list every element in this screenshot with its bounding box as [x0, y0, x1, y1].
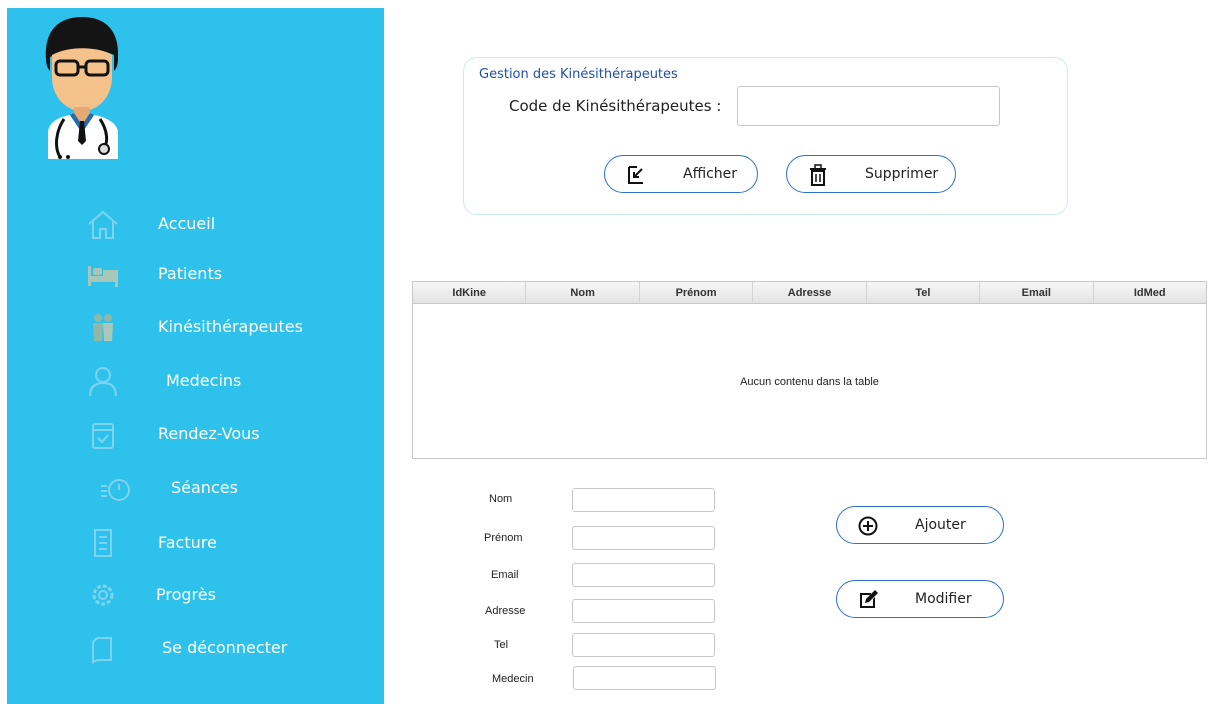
sidebar-item-label: Patients — [158, 264, 223, 283]
column-header-tel[interactable]: Tel — [867, 282, 981, 303]
bed-icon — [85, 258, 121, 290]
sidebar: Accueil Patients Kinésithérapeutes Medec… — [7, 8, 384, 704]
column-header-adresse[interactable]: Adresse — [753, 282, 867, 303]
email-label: Email — [491, 569, 519, 581]
ajouter-label: Ajouter — [915, 517, 966, 533]
code-label: Code de Kinésithérapeutes : — [509, 97, 722, 115]
table-header: IdKine Nom Prénom Adresse Tel Email IdMe… — [413, 282, 1206, 304]
afficher-label: Afficher — [683, 166, 738, 182]
sidebar-item-progres[interactable]: Progrès — [7, 575, 384, 615]
email-input[interactable] — [572, 563, 715, 587]
doctor-avatar — [42, 15, 122, 159]
sidebar-item-seances[interactable]: Séances — [7, 468, 384, 508]
sidebar-item-label: Accueil — [158, 214, 216, 233]
adresse-label: Adresse — [485, 605, 526, 617]
afficher-button[interactable]: Afficher — [604, 155, 758, 193]
sidebar-item-label: Séances — [171, 478, 238, 497]
sidebar-item-label: Se déconnecter — [162, 638, 288, 657]
code-kine-input[interactable] — [737, 86, 1000, 126]
nom-input[interactable] — [572, 488, 715, 512]
sidebar-item-rendez-vous[interactable]: Rendez-Vous — [7, 414, 384, 454]
sidebar-item-medecins[interactable]: Medecins — [7, 361, 384, 401]
modifier-button[interactable]: Modifier — [836, 580, 1004, 618]
sidebar-item-label: Progrès — [156, 585, 216, 604]
sidebar-item-label: Kinésithérapeutes — [158, 317, 303, 336]
supprimer-label: Supprimer — [865, 166, 939, 182]
medecin-input[interactable] — [573, 666, 716, 690]
column-header-email[interactable]: Email — [980, 282, 1094, 303]
nom-label: Nom — [489, 493, 513, 505]
column-header-nom[interactable]: Nom — [526, 282, 640, 303]
sidebar-item-label: Facture — [158, 533, 217, 552]
sidebar-item-kinesitherapeutes[interactable]: Kinésithérapeutes — [7, 307, 384, 347]
tel-label: Tel — [494, 639, 509, 651]
add-circle-icon — [857, 515, 879, 537]
stopwatch-icon — [99, 472, 135, 504]
select-icon — [625, 164, 647, 186]
column-header-idmed[interactable]: IdMed — [1094, 282, 1206, 303]
sidebar-item-label: Medecins — [166, 371, 242, 390]
sidebar-item-se-deconnecter[interactable]: Se déconnecter — [7, 628, 384, 668]
calendar-icon — [85, 418, 121, 450]
panel-title: Gestion des Kinésithérapeutes — [479, 67, 678, 82]
edit-icon — [857, 589, 879, 611]
ajouter-button[interactable]: Ajouter — [836, 506, 1004, 544]
home-icon — [85, 208, 121, 240]
medecin-label: Medecin — [492, 673, 534, 685]
people-icon — [85, 311, 121, 343]
logout-icon — [85, 632, 121, 664]
kine-table[interactable]: IdKine Nom Prénom Adresse Tel Email IdMe… — [412, 281, 1207, 459]
column-header-prenom[interactable]: Prénom — [640, 282, 754, 303]
sidebar-item-accueil[interactable]: Accueil — [7, 204, 384, 244]
tel-input[interactable] — [572, 633, 715, 657]
invoice-icon — [85, 527, 121, 559]
sidebar-item-facture[interactable]: Facture — [7, 523, 384, 563]
sidebar-item-label: Rendez-Vous — [158, 424, 260, 443]
prenom-input[interactable] — [572, 526, 715, 550]
sidebar-item-patients[interactable]: Patients — [7, 254, 384, 294]
adresse-input[interactable] — [572, 599, 715, 623]
gestion-panel: Gestion des Kinésithérapeutes Code de Ki… — [463, 57, 1068, 215]
column-header-idkine[interactable]: IdKine — [413, 282, 527, 303]
modifier-label: Modifier — [915, 591, 972, 607]
gear-icon — [85, 579, 121, 611]
doctor-icon — [85, 365, 121, 397]
trash-icon — [807, 164, 829, 186]
supprimer-button[interactable]: Supprimer — [786, 155, 956, 193]
prenom-label: Prénom — [484, 532, 523, 544]
table-empty-message: Aucun contenu dans la table — [740, 376, 879, 388]
